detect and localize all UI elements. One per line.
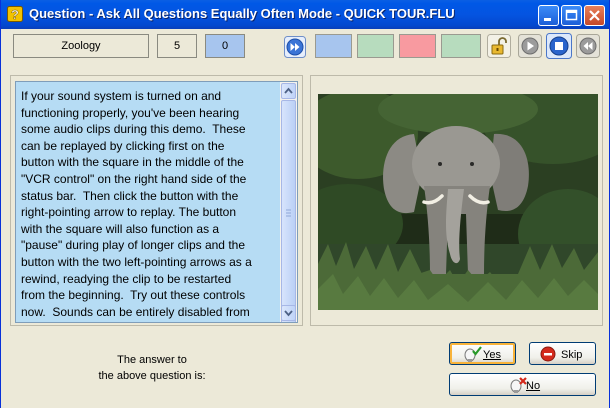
question-text-line: rewind, readying the clip to be restarte… xyxy=(21,271,232,286)
question-text-line: button with the two left-pointing arrows… xyxy=(21,254,252,269)
question-text-box[interactable]: If your sound system is turned on and fun… xyxy=(15,81,298,323)
question-window: ? Question - Ask All Questions Equally O… xyxy=(0,0,610,408)
close-icon xyxy=(589,10,600,21)
rewind-icon[interactable] xyxy=(576,34,600,58)
stop-icon[interactable] xyxy=(546,33,572,59)
question-text-line: status bar. Then click the button with t… xyxy=(21,188,239,203)
yes-button[interactable]: Yes xyxy=(449,342,516,365)
blue-swatch xyxy=(315,34,352,58)
question-text-line: button with the square in the middle of … xyxy=(21,155,244,170)
maximize-icon xyxy=(565,9,578,21)
chevron-up-icon xyxy=(284,87,293,94)
no-x-icon xyxy=(510,377,527,393)
scroll-up-button[interactable] xyxy=(281,83,296,99)
green-swatch-2 xyxy=(441,34,481,58)
score-count: 0 xyxy=(205,34,245,58)
scroll-down-button[interactable] xyxy=(281,305,296,321)
title-bar[interactable]: ? Question - Ask All Questions Equally O… xyxy=(1,0,609,29)
stop-sign-icon xyxy=(540,346,556,362)
vertical-scrollbar[interactable] xyxy=(280,82,297,322)
green-swatch xyxy=(357,34,394,58)
skip-label: Skip xyxy=(561,349,583,361)
scroll-thumb[interactable] xyxy=(281,100,296,322)
question-text-line: If your sound system is turned on and xyxy=(21,89,222,103)
grip-icon xyxy=(286,209,291,217)
question-text-line: with the square will also function as a xyxy=(21,221,220,236)
fast-forward-icon[interactable] xyxy=(284,36,306,58)
question-text-line: the Options|View panel. xyxy=(21,320,279,322)
red-swatch xyxy=(399,34,436,58)
close-button[interactable] xyxy=(584,5,605,26)
no-label: No xyxy=(526,380,541,392)
question-text-line: right-pointing arrow to replay. The butt… xyxy=(21,205,237,220)
question-text: If your sound system is turned on and fun… xyxy=(21,88,279,322)
question-count: 5 xyxy=(157,34,197,58)
play-icon[interactable] xyxy=(518,34,542,58)
question-mark-app-icon: ? xyxy=(7,6,23,22)
chevron-down-icon xyxy=(284,310,293,317)
question-text-line: some audio clips during this demo. These xyxy=(21,122,246,137)
question-text-line: can be replayed by clicking first on the xyxy=(21,138,225,153)
lock-icon[interactable] xyxy=(487,34,511,58)
window-title: Question - Ask All Questions Equally Oft… xyxy=(29,6,455,21)
question-text-line: "pause" during play of longer clips and … xyxy=(21,238,245,253)
question-text-line: now. Sounds can be entirely disabled fro… xyxy=(21,304,250,319)
question-text-line: functioning properly, you've been hearin… xyxy=(21,105,240,120)
no-button[interactable]: No xyxy=(449,373,596,396)
question-text-line: from the beginning. Try out these contro… xyxy=(21,288,246,303)
minimize-icon xyxy=(544,18,551,21)
question-text-line: "VCR control" on the right hand side of … xyxy=(21,171,247,186)
answer-prompt: The answer to the above question is: xyxy=(98,354,206,382)
yes-check-icon xyxy=(464,346,482,362)
yes-label: Yes xyxy=(483,349,501,361)
svg-text:?: ? xyxy=(11,7,19,22)
maximize-button[interactable] xyxy=(561,5,582,26)
elephant-photo xyxy=(318,94,598,310)
minimize-button[interactable] xyxy=(538,5,559,26)
skip-button[interactable]: Skip xyxy=(529,342,596,365)
topic-field: Zoology xyxy=(13,34,149,58)
